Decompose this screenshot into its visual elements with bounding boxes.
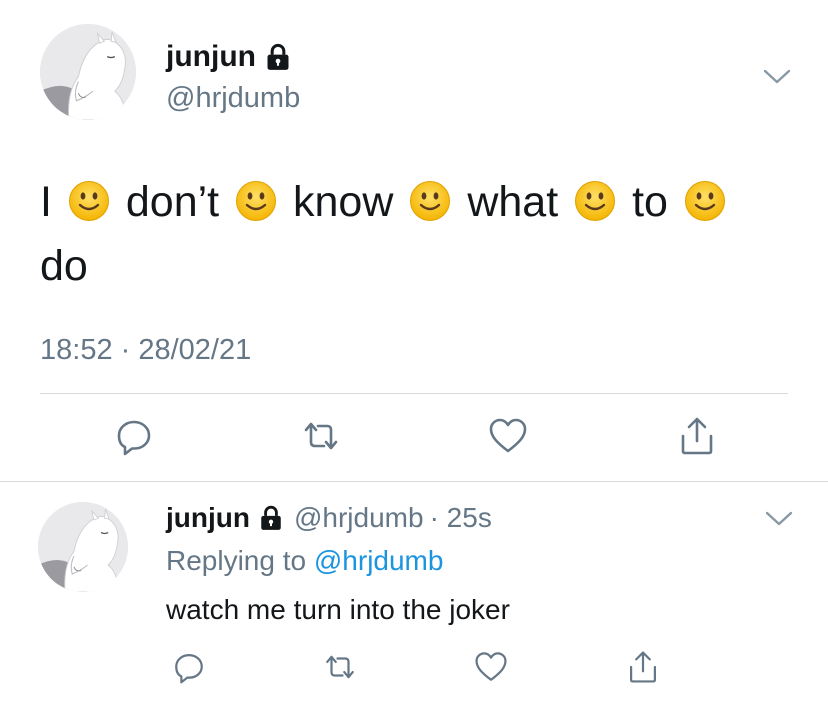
- chevron-down-icon[interactable]: [762, 68, 792, 86]
- avatar[interactable]: [40, 24, 136, 120]
- author-name-row: junjun: [166, 40, 292, 74]
- slightly-smiling-face-icon: [68, 180, 110, 222]
- slightly-smiling-face-icon: [235, 180, 277, 222]
- tweet-word: don’t: [125, 178, 220, 226]
- replying-to-mention[interactable]: @hrjdumb: [314, 545, 444, 576]
- tweet-word: I: [40, 178, 52, 226]
- heart-icon[interactable]: [474, 650, 508, 684]
- tweet-timestamp[interactable]: 18:52 · 28/02/21: [40, 334, 251, 367]
- tweet-word: do: [40, 242, 88, 290]
- author-handle[interactable]: @hrjdumb: [166, 82, 300, 115]
- tweet-text: watch me turn into the joker: [166, 594, 510, 625]
- retweet-icon[interactable]: [301, 416, 341, 456]
- avatar-image: [38, 502, 128, 592]
- reply-header: junjun @hrjdumb · 25s: [166, 502, 492, 534]
- reply-tweet[interactable]: junjun @hrjdumb · 25s Replying to @hrjdu…: [0, 482, 828, 704]
- reply-icon[interactable]: [114, 416, 154, 456]
- lock-icon: [264, 43, 292, 71]
- tweet-text: I don’t know what to do: [40, 170, 800, 298]
- replying-to-label: Replying to: [166, 545, 307, 576]
- slightly-smiling-face-icon: [409, 180, 451, 222]
- share-icon[interactable]: [677, 416, 717, 456]
- replying-to: Replying to @hrjdumb: [166, 545, 443, 577]
- tweet-time-ago[interactable]: · 25s: [430, 502, 492, 534]
- lock-icon: [258, 505, 284, 531]
- reply-icon[interactable]: [172, 650, 206, 684]
- divider: [40, 393, 788, 394]
- avatar-image: [40, 24, 136, 120]
- tweet-word: to: [632, 178, 668, 226]
- share-icon[interactable]: [626, 650, 660, 684]
- tweet-word: know: [293, 178, 394, 226]
- slightly-smiling-face-icon: [574, 180, 616, 222]
- avatar[interactable]: [38, 502, 128, 592]
- heart-icon[interactable]: [488, 416, 528, 456]
- author-handle[interactable]: @hrjdumb: [294, 502, 424, 534]
- display-name[interactable]: junjun: [166, 502, 250, 534]
- tweet-word: what: [467, 178, 559, 226]
- display-name[interactable]: junjun: [166, 40, 256, 74]
- chevron-down-icon[interactable]: [764, 510, 794, 528]
- retweet-icon[interactable]: [323, 650, 357, 684]
- main-tweet: junjun @hrjdumb I don’t know what to do …: [0, 0, 828, 482]
- slightly-smiling-face-icon: [684, 180, 726, 222]
